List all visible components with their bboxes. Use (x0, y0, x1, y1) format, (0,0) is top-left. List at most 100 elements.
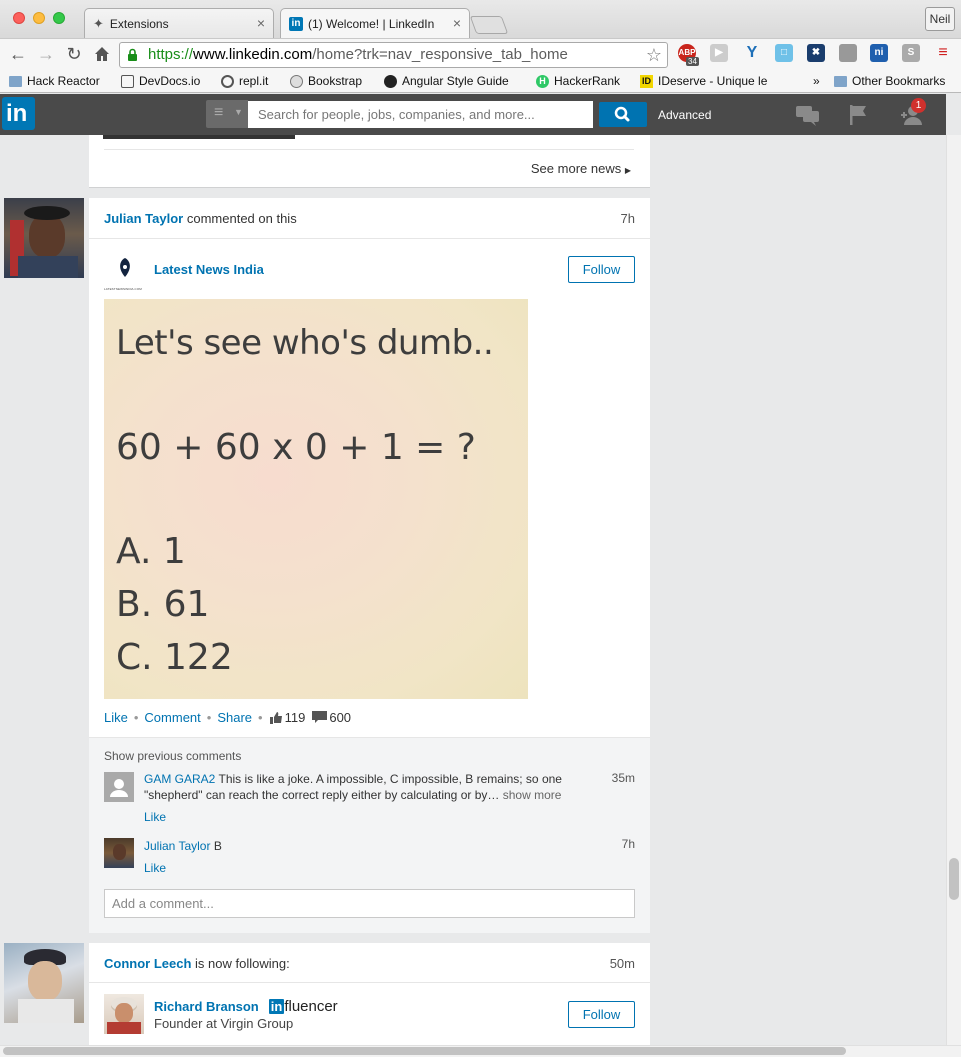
comments-count[interactable]: 600 (329, 710, 351, 725)
notifications-flag-icon[interactable] (848, 104, 870, 129)
tab-linkedin[interactable]: in (1) Welcome! | LinkedIn × (280, 8, 470, 38)
shirt (107, 1022, 141, 1034)
star-icon[interactable]: ☆ (646, 43, 662, 67)
face (113, 844, 126, 860)
see-more-news-link[interactable]: See more news ▶ (531, 161, 631, 176)
search-category-dropdown[interactable]: ≡ ▼ (206, 100, 248, 128)
qr-extension-icon[interactable] (839, 44, 857, 62)
url-scheme: https:// (148, 46, 194, 63)
post-image[interactable]: Let's see who's dumb.. 60 + 60 x 0 + 1 =… (104, 299, 528, 699)
forward-arrow-icon[interactable]: → (35, 43, 57, 65)
search-input[interactable]: Search for people, jobs, companies, and … (248, 101, 593, 128)
separator-dot: • (258, 710, 263, 725)
comment-author-link[interactable]: GAM GARA2 (144, 772, 215, 786)
comment-time: 7h (621, 837, 635, 851)
profile-button[interactable]: Neil (925, 7, 955, 31)
messages-icon[interactable] (796, 104, 820, 129)
post-time: 50m (609, 956, 635, 971)
s-extension-icon[interactable]: S (902, 44, 920, 62)
julian-taylor-avatar[interactable] (4, 198, 84, 278)
post-header: Connor Leech is now following: (104, 956, 290, 971)
bookmarks-overflow-chevron[interactable]: » (813, 72, 820, 90)
default-avatar[interactable] (104, 772, 134, 802)
comment-link[interactable]: Comment (144, 710, 200, 725)
reload-icon[interactable]: ↻ (63, 43, 85, 65)
close-tab-icon[interactable]: × (257, 15, 265, 31)
actor-name-link[interactable]: Connor Leech (104, 956, 191, 971)
show-more-link[interactable]: show more (503, 788, 562, 802)
bookmark-replit[interactable]: repl.it (221, 72, 268, 90)
share-link[interactable]: Share (217, 710, 252, 725)
advanced-search-link[interactable]: Advanced (658, 108, 711, 122)
likes-count[interactable]: 119 (285, 710, 306, 725)
menu-hamburger-icon[interactable]: ≡ (934, 44, 952, 62)
image-text-line: A. 1 (116, 531, 186, 572)
bookmark-bookstrap[interactable]: Bookstrap (290, 72, 362, 90)
face (28, 961, 62, 1001)
browser-tab-strip: ✦ Extensions × in (1) Welcome! | LinkedI… (0, 0, 961, 38)
follow-button[interactable]: Follow (568, 1001, 635, 1028)
bookmark-devdocs[interactable]: DevDocs.io (121, 72, 200, 90)
minimize-window-button[interactable] (33, 12, 45, 24)
zoom-window-button[interactable] (53, 12, 65, 24)
y-extension-icon[interactable]: Y (743, 44, 761, 62)
vertical-scrollbar[interactable] (946, 135, 961, 1045)
add-comment-input[interactable]: Add a comment... (104, 889, 635, 918)
tv-extension-icon[interactable]: □ (775, 44, 793, 62)
folder-icon (834, 75, 847, 87)
bookmark-label: Other Bookmarks (852, 74, 946, 88)
richard-branson-avatar[interactable] (104, 994, 144, 1034)
comment-author-link[interactable]: Julian Taylor (144, 839, 210, 853)
bookstrap-icon (290, 74, 303, 88)
other-bookmarks[interactable]: Other Bookmarks (834, 72, 945, 90)
youtube-extension-icon[interactable]: ▶ (710, 44, 728, 62)
bookmark-angular-style-guide[interactable]: Angular Style Guide (384, 72, 509, 90)
bookmark-label: DevDocs.io (139, 74, 201, 88)
julian-taylor-small-avatar[interactable] (104, 838, 134, 868)
lock-icon (128, 48, 137, 61)
url-domain: www.linkedin.com (193, 46, 313, 63)
search-button[interactable] (599, 102, 647, 127)
image-text-line: C. 122 (116, 637, 233, 678)
new-tab-button[interactable] (469, 16, 509, 34)
home-icon[interactable] (91, 43, 113, 65)
close-tab-icon[interactable]: × (453, 15, 461, 31)
connections-badge: 1 (911, 98, 926, 113)
vertical-scrollbar-thumb[interactable] (949, 858, 959, 900)
follow-button[interactable]: Follow (568, 256, 635, 283)
replit-icon (221, 74, 234, 88)
speech-bubble-icon (312, 711, 328, 724)
post-header: Julian Taylor commented on this (104, 211, 297, 226)
person-silhouette-icon (110, 779, 128, 797)
latest-news-india-logo[interactable]: LATESTNEWSINDIA.COM (104, 255, 146, 291)
face (29, 214, 65, 258)
bookmark-hackerrank[interactable]: H HackerRank (536, 72, 620, 90)
person-name-link[interactable]: Richard Branson (154, 999, 259, 1014)
close-window-button[interactable] (13, 12, 25, 24)
connor-leech-avatar[interactable] (4, 943, 84, 1023)
bookmark-label: HackerRank (554, 74, 621, 88)
linkedin-influencer-badge-icon: in (268, 999, 285, 1014)
like-link[interactable]: Like (104, 710, 128, 725)
uniform (18, 256, 78, 278)
horizontal-scrollbar-thumb[interactable] (3, 1047, 846, 1055)
person-headline: Founder at Virgin Group (154, 1016, 294, 1031)
ni-extension-icon[interactable]: ni (870, 44, 888, 62)
influencer-name-row: Richard Branson in fluencer (154, 998, 338, 1015)
github-icon (384, 74, 397, 88)
address-bar[interactable]: https://www.linkedin.com/home?trk=nav_re… (119, 42, 668, 68)
actor-name-link[interactable]: Julian Taylor (104, 211, 183, 226)
bookmark-hack-reactor[interactable]: Hack Reactor (9, 72, 100, 90)
show-previous-comments-link[interactable]: Show previous comments (104, 749, 241, 763)
comment-like-link[interactable]: Like (144, 861, 166, 875)
bow-extension-icon[interactable]: ✖ (807, 44, 825, 62)
actor-action: is now following: (195, 956, 290, 971)
comment-body: Julian Taylor B (144, 839, 222, 853)
tab-extensions[interactable]: ✦ Extensions × (84, 8, 274, 38)
comment-like-link[interactable]: Like (144, 810, 166, 824)
bookmark-ideserve[interactable]: ID IDeserve - Unique le (640, 72, 805, 90)
linkedin-logo[interactable]: in (2, 97, 35, 130)
bookmark-label: Hack Reactor (27, 74, 100, 88)
company-name-link[interactable]: Latest News India (154, 262, 264, 277)
back-arrow-icon[interactable]: ← (7, 43, 29, 65)
